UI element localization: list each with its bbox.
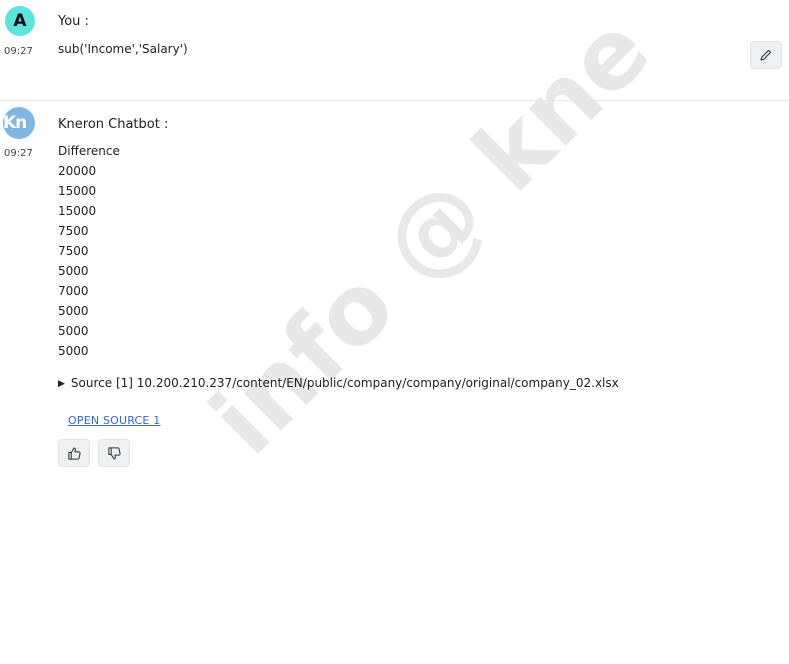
- message-divider: [0, 100, 789, 101]
- user-message-time: 09:27: [4, 46, 33, 57]
- response-line: 5000: [58, 324, 89, 338]
- response-line: 15000: [58, 204, 97, 218]
- like-button[interactable]: [58, 439, 90, 467]
- user-sender-label: You :: [58, 14, 89, 29]
- pencil-icon: [760, 49, 772, 61]
- dislike-button[interactable]: [98, 439, 130, 467]
- bot-response-lines: Difference 20000 15000 15000 7500 7500 5…: [58, 142, 120, 362]
- response-line: 5000: [58, 304, 89, 318]
- watermark: info @ kne: [189, 0, 671, 476]
- thumbs-up-icon: [67, 447, 81, 460]
- user-message-text: sub('Income','Salary'): [58, 42, 188, 56]
- thumbs-down-icon: [107, 446, 121, 459]
- user-avatar: A: [5, 6, 35, 36]
- edit-message-button[interactable]: [750, 41, 782, 69]
- source-toggle[interactable]: ▶ Source [1] 10.200.210.237/content/EN/pu…: [58, 376, 619, 390]
- response-line: 7500: [58, 224, 89, 238]
- response-line: 20000: [58, 164, 97, 178]
- source-label: Source [1] 10.200.210.237/content/EN/pub…: [70, 376, 619, 390]
- response-line: 15000: [58, 184, 97, 198]
- bot-sender-label: Kneron Chatbot :: [58, 117, 169, 132]
- response-line: Difference: [58, 144, 120, 158]
- bot-avatar-text: Kn: [3, 113, 27, 133]
- response-line: 7500: [58, 244, 89, 258]
- response-line: 5000: [58, 264, 89, 278]
- triangle-right-icon: ▶: [58, 379, 65, 389]
- bot-message-time: 09:27: [4, 148, 33, 159]
- bot-avatar: Kn: [3, 107, 35, 139]
- response-line: 5000: [58, 344, 89, 358]
- open-source-link[interactable]: OPEN SOURCE 1: [68, 414, 160, 427]
- response-line: 7000: [58, 284, 89, 298]
